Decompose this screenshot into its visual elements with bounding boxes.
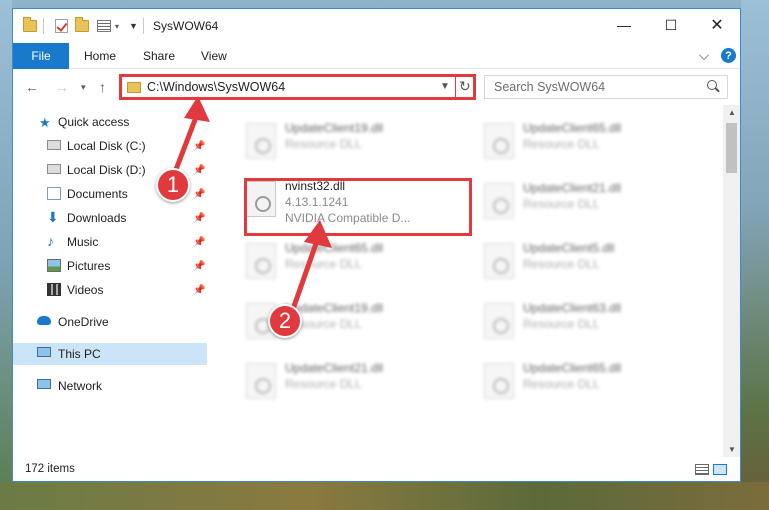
file-item[interactable]: UpdateClient65.dll Resource DLL	[236, 235, 446, 291]
tab-home[interactable]: Home	[84, 43, 116, 69]
dll-file-icon	[484, 243, 514, 279]
scroll-down-icon[interactable]: ▼	[728, 445, 736, 454]
network-icon	[37, 379, 51, 389]
minimize-button[interactable]: —	[601, 9, 647, 41]
star-icon: ★	[39, 114, 51, 130]
window-title: SysWOW64	[153, 19, 219, 33]
help-icon[interactable]: ?	[721, 48, 736, 63]
dll-file-icon	[246, 123, 276, 159]
qa-customize-chevron-icon[interactable]: ▾	[115, 18, 119, 34]
qa-separator	[43, 18, 44, 34]
address-folder-icon	[127, 82, 141, 93]
step-1-badge: 1	[156, 168, 190, 202]
properties-icon[interactable]	[97, 18, 111, 34]
dll-file-icon	[246, 363, 276, 399]
new-folder-icon[interactable]	[75, 17, 89, 34]
maximize-button[interactable]: ☐	[648, 9, 694, 41]
pin-icon[interactable]: 📌	[193, 261, 205, 272]
downloads-icon: ⬇	[47, 209, 59, 225]
dll-file-icon	[484, 183, 514, 219]
sidebar-item-onedrive[interactable]: OneDrive	[13, 311, 207, 333]
qa-dropdown-icon[interactable]: ▼	[129, 18, 138, 34]
forward-arrow-icon[interactable]: →	[55, 79, 69, 95]
scroll-up-icon[interactable]: ▲	[728, 108, 736, 117]
status-bar: 172 items	[13, 459, 740, 481]
pictures-icon	[47, 259, 61, 272]
tab-view[interactable]: View	[201, 43, 227, 69]
file-explorer-window: ▾ ▼ SysWOW64 — ☐ ✕ File Home Share View …	[12, 8, 741, 482]
dll-file-icon	[484, 363, 514, 399]
tab-share[interactable]: Share	[143, 43, 175, 69]
step-2-badge: 2	[268, 304, 302, 338]
vertical-scrollbar[interactable]: ▲ ▼	[723, 105, 740, 457]
item-count: 172 items	[25, 463, 75, 475]
title-bar: ▾ ▼ SysWOW64 — ☐ ✕	[13, 9, 740, 43]
ribbon-tabs: File Home Share View ?	[13, 43, 740, 69]
file-item[interactable]: UpdateClient21.dll Resource DLL	[474, 175, 684, 231]
search-placeholder: Search SysWOW64	[494, 80, 606, 94]
file-item[interactable]: UpdateClient65.dll Resource DLL	[474, 115, 684, 171]
desktop-background-right	[741, 0, 769, 510]
search-input[interactable]: Search SysWOW64	[484, 75, 728, 99]
address-divider	[455, 74, 456, 100]
address-dropdown-icon[interactable]: ▼	[440, 81, 450, 92]
sidebar-item-this-pc[interactable]: This PC	[13, 343, 207, 365]
expand-ribbon-chevron-icon[interactable]	[699, 50, 709, 60]
pin-icon[interactable]: 📌	[193, 237, 205, 248]
drive-icon	[47, 164, 61, 174]
recent-locations-chevron-icon[interactable]: ▾	[81, 82, 86, 93]
back-arrow-icon[interactable]: ←	[25, 79, 39, 95]
desktop-background-bottom	[0, 482, 769, 510]
folder-icon	[23, 17, 37, 34]
title-separator	[143, 18, 144, 34]
file-item[interactable]: UpdateClient65.dll Resource DLL	[474, 355, 684, 411]
refresh-icon[interactable]: ↻	[459, 78, 471, 95]
pin-icon[interactable]: 📌	[193, 213, 205, 224]
dll-file-icon	[484, 123, 514, 159]
up-arrow-icon[interactable]: ↑	[99, 79, 106, 95]
navigation-bar: ← → ▾ ↑ C:\Windows\SysWOW64 ▼ ↻ Search S…	[13, 71, 740, 103]
desktop-background-left	[0, 0, 12, 510]
sidebar-item-videos[interactable]: Videos 📌	[13, 279, 207, 301]
sidebar-item-music[interactable]: ♪ Music 📌	[13, 231, 207, 253]
properties-check-icon[interactable]	[55, 18, 68, 34]
documents-icon	[47, 187, 61, 200]
drive-icon	[47, 140, 61, 150]
file-item[interactable]: UpdateClient19.dll Resource DLL	[236, 115, 446, 171]
sidebar-item-pictures[interactable]: Pictures 📌	[13, 255, 207, 277]
file-item[interactable]: UpdateClient21.dll Resource DLL	[236, 355, 446, 411]
pin-icon[interactable]: 📌	[193, 285, 205, 296]
sidebar-item-network[interactable]: Network	[13, 375, 207, 397]
scrollbar-thumb[interactable]	[726, 123, 737, 173]
details-view-icon[interactable]	[695, 464, 709, 475]
file-item[interactable]: UpdateClient5.dll Resource DLL	[474, 235, 684, 291]
sidebar-item-downloads[interactable]: ⬇ Downloads 📌	[13, 207, 207, 229]
videos-icon	[47, 283, 61, 296]
close-button[interactable]: ✕	[694, 9, 740, 41]
computer-icon	[37, 347, 51, 357]
file-item[interactable]: UpdateClient63.dll Resource DLL	[474, 295, 684, 351]
music-icon: ♪	[47, 233, 54, 249]
search-icon[interactable]	[707, 80, 717, 90]
dll-file-icon	[484, 303, 514, 339]
large-icons-view-icon[interactable]	[713, 464, 727, 475]
tab-file[interactable]: File	[13, 43, 69, 69]
cloud-icon	[37, 316, 51, 325]
